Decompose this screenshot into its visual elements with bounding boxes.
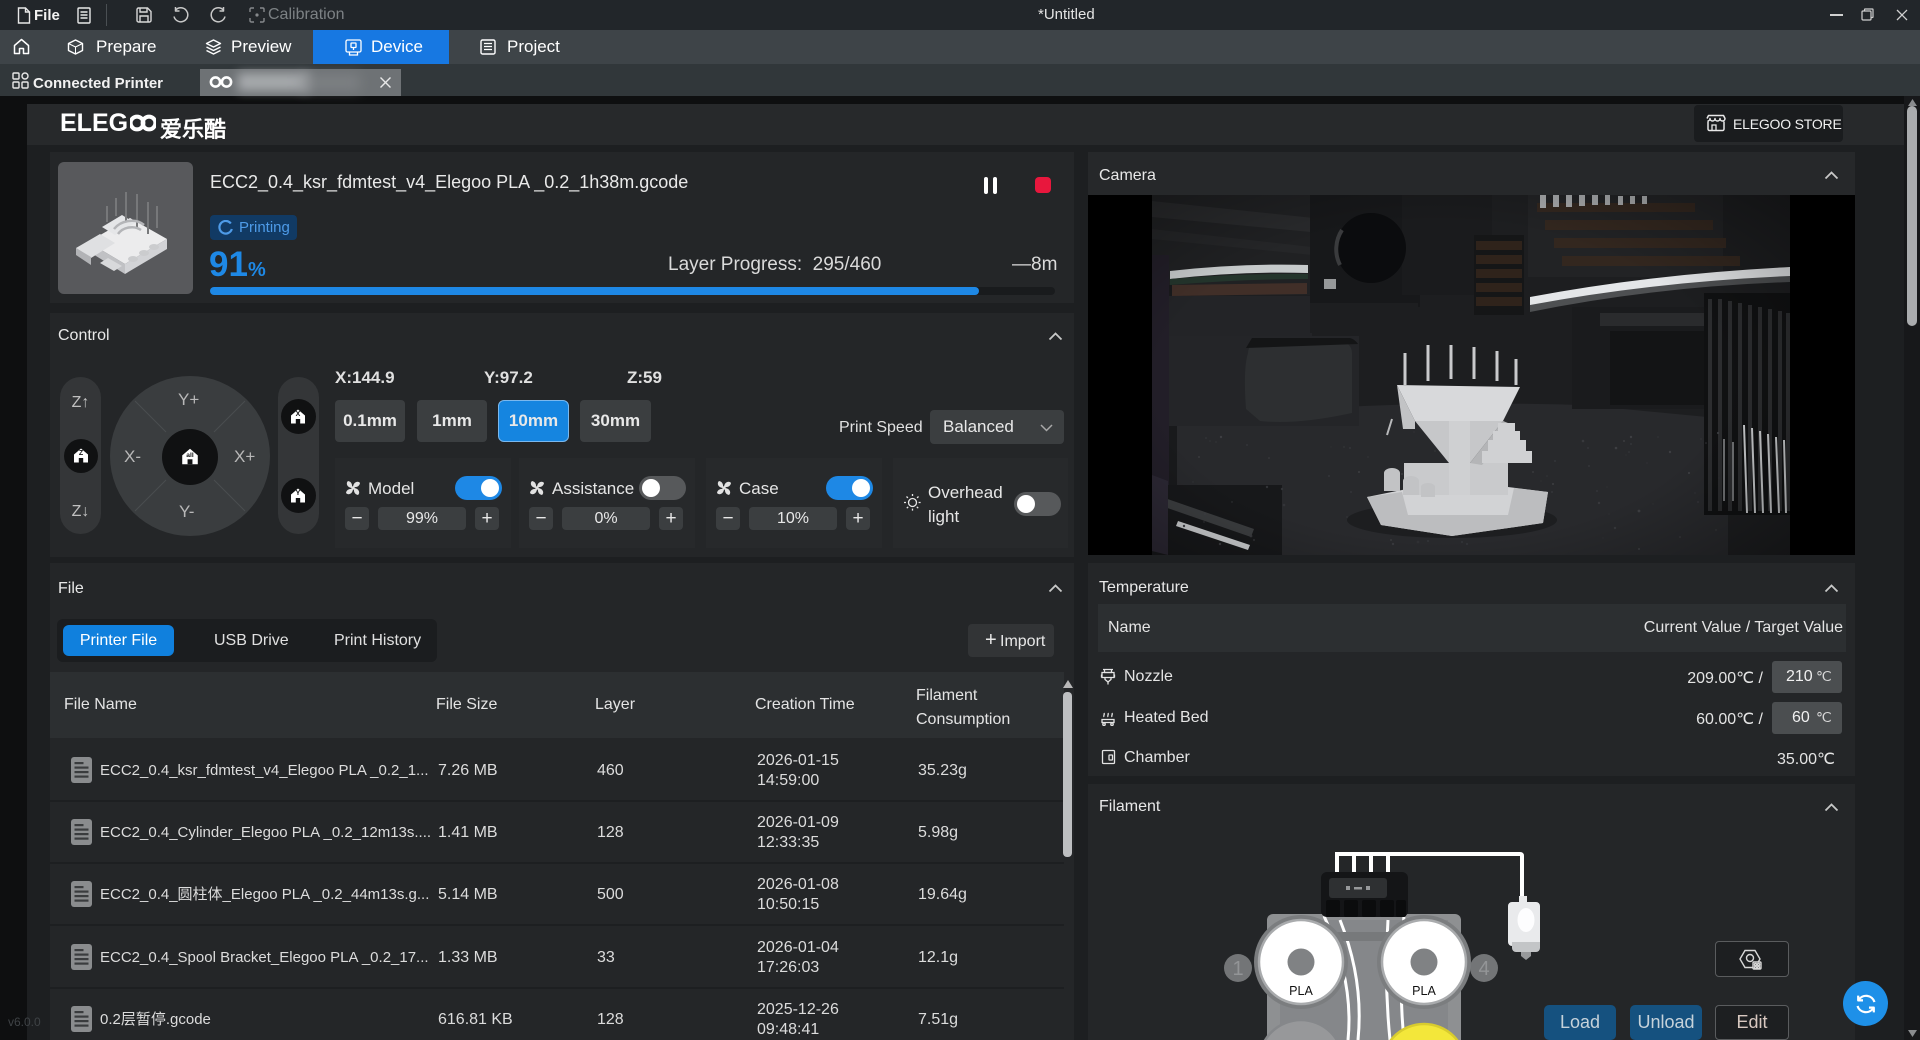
svg-text:4: 4 — [1478, 958, 1489, 980]
svg-text:1: 1 — [1232, 958, 1243, 980]
svg-text:Z: Z — [79, 450, 84, 457]
svg-text:PLA: PLA — [1412, 984, 1436, 998]
svg-text:all: all — [186, 452, 194, 459]
svg-text:X: X — [296, 411, 301, 418]
svg-text:Y: Y — [296, 490, 301, 497]
svg-text:PLA: PLA — [1289, 984, 1313, 998]
